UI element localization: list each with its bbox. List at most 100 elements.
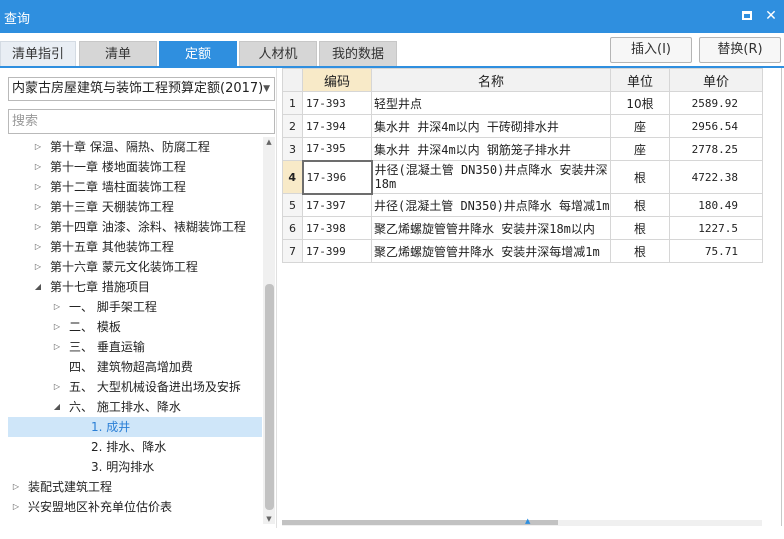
row-price[interactable]: 75.71 (669, 239, 763, 263)
table-row[interactable]: 3 17-395 集水井 井深4m以内 钢筋笼子排水井座 2778.25 (282, 137, 763, 161)
row-price[interactable]: 4722.38 (669, 160, 763, 194)
tree-item[interactable]: 2. 排水、降水 (8, 437, 262, 457)
row-code[interactable]: 17-398 (302, 216, 372, 240)
tree-item[interactable]: ▷ 第十三章 天棚装饰工程 (8, 197, 262, 217)
table-row[interactable]: 5 17-397 井径(混凝土管 DN350)井点降水 每增减1m深根 180.49 (282, 193, 763, 217)
collapsed-caret-icon[interactable]: ▷ (33, 217, 43, 237)
tree-item-label: 3. 明沟排水 (91, 460, 155, 474)
row-code[interactable]: 17-397 (302, 193, 372, 217)
scroll-down-icon[interactable]: ▼ (263, 515, 275, 523)
row-name[interactable]: 井径(混凝土管 DN350)井点降水 安装井深18m (371, 160, 611, 194)
row-code[interactable]: 17-399 (302, 239, 372, 263)
collapsed-caret-icon[interactable]: ▷ (52, 377, 62, 397)
row-unit[interactable]: 10根 (610, 91, 670, 115)
row-code[interactable]: 17-396 (301, 159, 373, 195)
collapsed-caret-icon[interactable]: ▷ (33, 157, 43, 177)
row-price[interactable]: 2956.54 (669, 114, 763, 138)
table-row[interactable]: 1 17-393 轻型井点 10根 2589.92 (282, 91, 763, 115)
row-unit[interactable]: 根 (610, 193, 670, 217)
collapsed-caret-icon[interactable]: ▷ (33, 257, 43, 277)
tree-item-label: 六、 施工排水、降水 (69, 400, 181, 414)
table-row[interactable]: 6 17-398 聚乙烯螺旋管管井降水 安装井深18m以内根 1227.5 (282, 216, 763, 240)
panel-splitter[interactable] (276, 68, 277, 528)
tree-item[interactable]: ▷ 装配式建筑工程 (8, 477, 262, 497)
row-name[interactable]: 聚乙烯螺旋管管井降水 安装井深每增减1m (371, 239, 611, 263)
tree-item[interactable]: ▷ 三、 垂直运输 (8, 337, 262, 357)
expanded-caret-icon[interactable]: ◢ (33, 277, 43, 297)
scroll-up-icon[interactable]: ▲ (263, 138, 275, 146)
tree-item-label: 三、 垂直运输 (69, 340, 145, 354)
collapsed-caret-icon[interactable]: ▷ (33, 237, 43, 257)
row-code[interactable]: 17-395 (302, 137, 372, 161)
tree-item[interactable]: 四、 建筑物超高增加费 (8, 357, 262, 377)
tree-item[interactable]: ▷ 五、 大型机械设备进出场及安拆 (8, 377, 262, 397)
expanded-caret-icon[interactable]: ◢ (52, 397, 62, 417)
row-price[interactable]: 2589.92 (669, 91, 763, 115)
tree-item[interactable]: ▷ 第十一章 楼地面装饰工程 (8, 157, 262, 177)
collapsed-caret-icon[interactable]: ▷ (11, 477, 21, 497)
table-row[interactable]: 4 17-396 井径(混凝土管 DN350)井点降水 安装井深18m 根 4722.3… (282, 159, 763, 195)
collapsed-caret-icon[interactable]: ▷ (33, 137, 43, 157)
row-code[interactable]: 17-393 (302, 91, 372, 115)
tree-item[interactable]: ▷ 第十四章 油漆、涂料、裱糊装饰工程 (8, 217, 262, 237)
header-name[interactable]: 名称 (371, 68, 611, 92)
tree-item[interactable]: ▷ 第十六章 蒙元文化装饰工程 (8, 257, 262, 277)
replace-button[interactable]: 替换(R) (699, 37, 781, 63)
tree-item[interactable]: ▷ 二、 模板 (8, 317, 262, 337)
row-index: 6 (282, 216, 303, 240)
tab-list[interactable]: 清单 (79, 41, 157, 67)
tree-item[interactable]: ◢ 第十七章 措施项目 (8, 277, 262, 297)
collapsed-caret-icon[interactable]: ▷ (52, 337, 62, 357)
table-hscrollbar-thumb[interactable] (282, 520, 558, 525)
row-name[interactable]: 集水井 井深4m以内 钢筋笼子排水井 (371, 137, 611, 161)
row-unit[interactable]: 座 (610, 137, 670, 161)
row-unit[interactable]: 座 (610, 114, 670, 138)
insert-button[interactable]: 插入(I) (610, 37, 692, 63)
row-unit[interactable]: 根 (610, 239, 670, 263)
tree-item[interactable]: ◢ 六、 施工排水、降水 (8, 397, 262, 417)
table-row[interactable]: 7 17-399 聚乙烯螺旋管管井降水 安装井深每增减1m 根 75.71 (282, 239, 763, 263)
tree-item-label: 2. 排水、降水 (91, 440, 167, 454)
tree-item[interactable]: ▷ 兴安盟地区补充单位估价表 (8, 497, 262, 517)
table-hscrollbar[interactable]: ▲ (282, 517, 762, 526)
library-select[interactable]: 内蒙古房屋建筑与装饰工程预算定额(2017) ▼ (8, 77, 275, 101)
collapsed-caret-icon[interactable]: ▷ (11, 497, 21, 517)
row-name[interactable]: 轻型井点 (371, 91, 611, 115)
row-name[interactable]: 聚乙烯螺旋管管井降水 安装井深18m以内 (371, 216, 611, 240)
tab-quota[interactable]: 定额 (159, 41, 237, 67)
collapsed-caret-icon[interactable]: ▷ (52, 317, 62, 337)
search-input[interactable]: 搜索 (8, 109, 275, 134)
tree-scrollbar-thumb[interactable] (265, 284, 274, 510)
tree-item[interactable]: ▷ 第十五章 其他装饰工程 (8, 237, 262, 257)
tab-list-guide[interactable]: 清单指引 (0, 41, 76, 67)
row-name[interactable]: 井径(混凝土管 DN350)井点降水 每增减1m深 (371, 193, 611, 217)
header-unit[interactable]: 单位 (610, 68, 670, 92)
tree-item[interactable]: ▷ 第十二章 墙柱面装饰工程 (8, 177, 262, 197)
tree-scrollbar[interactable]: ▲ ▼ (263, 137, 275, 524)
tree-item[interactable]: 1. 成井 (8, 417, 262, 437)
header-price[interactable]: 单价 (669, 68, 763, 92)
restore-icon[interactable] (738, 7, 756, 25)
tree-item[interactable]: ▷ 第十章 保温、隔热、防腐工程 (8, 137, 262, 157)
quota-table: 编码 名称 单位 单价 1 17-393 轻型井点 10根 2589.92 2 17-394… (282, 68, 763, 263)
table-row[interactable]: 2 17-394 集水井 井深4m以内 干砖砌排水井座 2956.54 (282, 114, 763, 138)
row-price[interactable]: 2778.25 (669, 137, 763, 161)
tab-my-data[interactable]: 我的数据 (319, 41, 397, 67)
tree-item[interactable]: 3. 明沟排水 (8, 457, 262, 477)
collapsed-caret-icon[interactable]: ▷ (52, 297, 62, 317)
row-price[interactable]: 1227.5 (669, 216, 763, 240)
row-unit[interactable]: 根 (610, 160, 670, 194)
tree-item-label: 第十一章 楼地面装饰工程 (50, 160, 186, 174)
row-price[interactable]: 180.49 (669, 193, 763, 217)
row-name[interactable]: 集水井 井深4m以内 干砖砌排水井 (371, 114, 611, 138)
tree-item-label: 一、 脚手架工程 (69, 300, 157, 314)
header-code[interactable]: 编码 (302, 68, 372, 92)
collapsed-caret-icon[interactable]: ▷ (33, 197, 43, 217)
tab-labor-material-machine[interactable]: 人材机 (239, 41, 317, 67)
row-code[interactable]: 17-394 (302, 114, 372, 138)
close-icon[interactable]: ✕ (762, 7, 780, 25)
row-unit[interactable]: 根 (610, 216, 670, 240)
tree-item[interactable]: ▷ 一、 脚手架工程 (8, 297, 262, 317)
collapsed-caret-icon[interactable]: ▷ (33, 177, 43, 197)
tree-item-label: 第十三章 天棚装饰工程 (50, 200, 174, 214)
